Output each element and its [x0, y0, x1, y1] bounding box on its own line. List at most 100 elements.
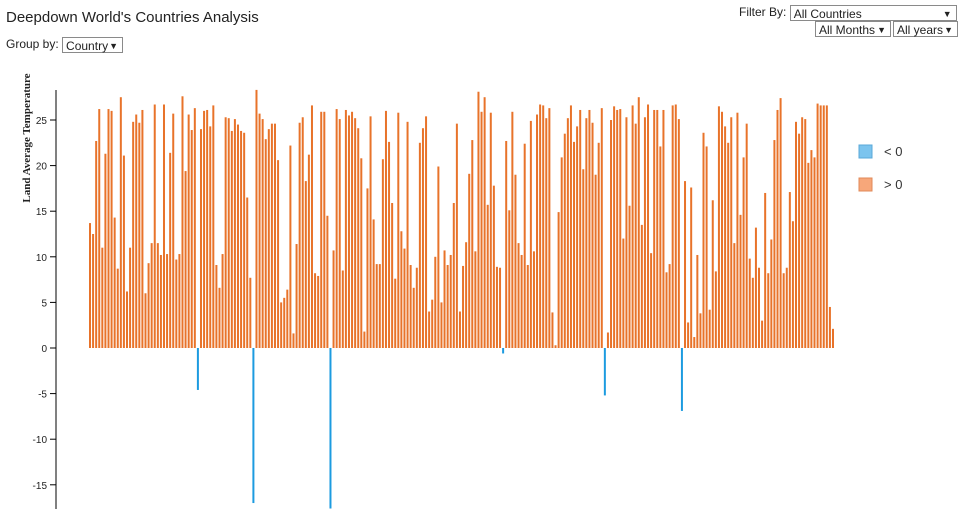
bar [582, 169, 585, 348]
bar [425, 116, 428, 348]
bar [637, 97, 640, 348]
y-axis-label: Land Average Temperature [21, 73, 33, 202]
bar [554, 345, 557, 348]
bar [295, 244, 298, 348]
bar [508, 210, 511, 348]
legend: < 0 > 0 [858, 144, 902, 192]
bar [230, 130, 233, 348]
bar [400, 231, 403, 348]
bar [699, 313, 702, 348]
bar [767, 273, 770, 348]
bar [828, 306, 831, 348]
bar [480, 111, 483, 348]
bar [634, 123, 637, 349]
bar [89, 223, 91, 348]
bar [517, 243, 520, 348]
bar [190, 130, 193, 348]
bar [320, 111, 323, 348]
bar [628, 205, 631, 348]
bar [126, 291, 128, 348]
bar [116, 268, 119, 348]
bar [687, 322, 690, 348]
bar [428, 311, 431, 348]
bar [119, 97, 122, 348]
bar [437, 166, 440, 348]
bar [252, 348, 255, 504]
bar [569, 105, 572, 348]
bar [418, 142, 421, 348]
bar [144, 293, 147, 348]
bar [532, 251, 535, 348]
bar [754, 227, 757, 348]
bar [215, 265, 218, 348]
bar [354, 118, 357, 349]
bar [690, 187, 693, 348]
bar [505, 140, 508, 348]
bar [122, 155, 125, 348]
bar [403, 248, 406, 348]
bar [791, 221, 794, 348]
bar [129, 247, 132, 348]
bar [619, 109, 622, 348]
bar [653, 109, 656, 348]
bar [610, 120, 613, 348]
bar [138, 122, 141, 349]
bar [529, 120, 532, 348]
bar [579, 109, 582, 348]
bar [733, 243, 736, 348]
bar [369, 116, 372, 348]
bar [597, 142, 600, 348]
bar [196, 348, 199, 390]
bar [813, 157, 816, 348]
bar [526, 265, 529, 348]
bar [742, 157, 745, 348]
bar [391, 202, 394, 348]
bar [730, 117, 733, 348]
bar [736, 112, 739, 348]
bar [301, 117, 304, 348]
bar [421, 128, 424, 348]
bar [280, 302, 283, 348]
bar [141, 109, 144, 348]
bar [101, 247, 104, 348]
bar [745, 123, 748, 349]
legend-swatch-positive [858, 177, 873, 192]
bar [431, 299, 434, 348]
bar [162, 104, 165, 348]
y-tick-label: -5 [38, 390, 47, 401]
bar [221, 254, 224, 348]
bar [807, 162, 810, 348]
bar [169, 152, 172, 348]
y-tick-label: 15 [36, 207, 48, 218]
bar [270, 123, 273, 349]
bar [677, 119, 680, 348]
bar [560, 157, 563, 348]
bar [397, 112, 400, 348]
bar [566, 118, 569, 349]
bar [443, 250, 446, 348]
bar [440, 302, 443, 348]
bar [347, 115, 350, 348]
bar [520, 254, 523, 348]
bar [458, 311, 461, 348]
bar [643, 117, 646, 348]
bar [113, 217, 116, 348]
bar [711, 200, 714, 348]
bar [326, 215, 329, 348]
bar [283, 297, 286, 348]
bar [773, 140, 776, 348]
bar [462, 265, 465, 348]
bar [150, 243, 153, 348]
bar [172, 113, 175, 349]
bar [110, 110, 113, 348]
bar [298, 122, 301, 349]
bar [770, 239, 773, 348]
bar [317, 275, 320, 348]
bar [696, 254, 699, 348]
bar [434, 256, 437, 348]
bar [536, 114, 539, 348]
bar [394, 278, 397, 348]
bar [551, 312, 554, 348]
bar [132, 121, 135, 348]
bar [332, 250, 335, 348]
